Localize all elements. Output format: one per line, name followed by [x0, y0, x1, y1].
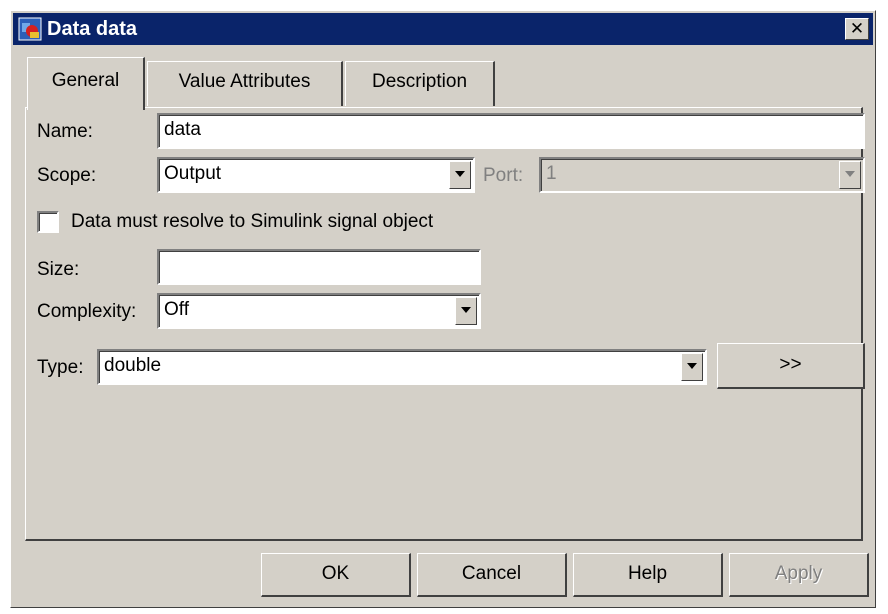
chevron-down-icon[interactable] [681, 353, 703, 381]
type-dropdown[interactable]: double [97, 349, 707, 385]
type-value: double [104, 355, 162, 376]
port-label: Port: [483, 165, 524, 186]
tab-description[interactable]: Description [345, 61, 495, 106]
chevron-down-icon[interactable] [449, 161, 471, 189]
tab-general-label: General [51, 70, 120, 91]
size-input[interactable] [157, 249, 481, 285]
cancel-button[interactable]: Cancel [417, 553, 567, 597]
port-dropdown: 1 [539, 157, 865, 193]
dialog-window: Data data ✕ General Value Attributes Des… [10, 10, 876, 608]
size-label: Size: [37, 259, 80, 280]
title-bar[interactable]: Data data ✕ [13, 13, 873, 45]
resolve-checkbox[interactable] [37, 211, 59, 233]
tab-value-attributes[interactable]: Value Attributes [147, 61, 343, 106]
close-button[interactable]: ✕ [845, 18, 869, 40]
port-value: 1 [546, 163, 557, 184]
close-icon: ✕ [849, 19, 865, 38]
help-button[interactable]: Help [573, 553, 723, 597]
ok-button[interactable]: OK [261, 553, 411, 597]
type-label: Type: [37, 357, 84, 378]
expand-type-button[interactable]: >> [717, 343, 865, 389]
name-input[interactable]: data [157, 113, 865, 149]
simulink-app-icon [18, 17, 42, 41]
window-title: Data data [47, 18, 138, 40]
resolve-checkbox-label[interactable]: Data must resolve to Simulink signal obj… [71, 211, 433, 233]
complexity-dropdown[interactable]: Off [157, 293, 481, 329]
complexity-value: Off [164, 299, 189, 320]
tab-value-attributes-label: Value Attributes [178, 71, 311, 92]
apply-button: Apply [729, 553, 869, 597]
scope-value: Output [164, 163, 222, 184]
chevron-down-icon[interactable] [455, 297, 477, 325]
name-label: Name: [37, 121, 93, 142]
tab-general[interactable]: General [27, 57, 145, 110]
scope-dropdown[interactable]: Output [157, 157, 475, 193]
scope-label: Scope: [37, 165, 97, 186]
tab-description-label: Description [371, 71, 468, 92]
chevron-down-icon [839, 161, 861, 189]
complexity-label: Complexity: [37, 301, 137, 322]
